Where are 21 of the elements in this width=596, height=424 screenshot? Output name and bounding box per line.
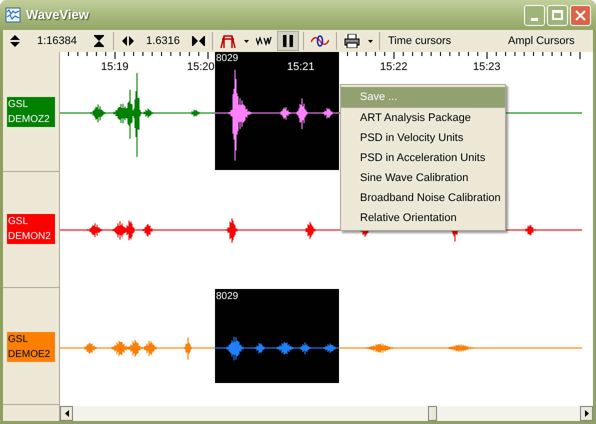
channel-label[interactable]: GSL DEMON2 [7, 214, 55, 244]
time-axis-label: 15:22 [380, 61, 408, 73]
toolbar-text-button[interactable]: Time cursors [384, 31, 504, 51]
time-axis-label: 15:20 [187, 61, 215, 73]
window-title: WaveView [26, 6, 89, 24]
menu-item[interactable]: Relative Orientation [341, 208, 505, 228]
horizontal-scale-value: 1.6316 [145, 34, 181, 49]
menu-item[interactable]: ART Analysis Package [341, 108, 505, 128]
menu-item[interactable]: Broadband Noise Calibration [341, 188, 505, 208]
menu-item[interactable]: Sine Wave Calibration [341, 168, 505, 188]
selection-label: 8029 [216, 291, 238, 302]
menu-item[interactable]: PSD in Velocity Units [341, 128, 505, 148]
time-axis-label: 15:21 [287, 61, 315, 73]
toolbar-text-button[interactable]: Ampl Cursors [504, 31, 579, 51]
channel-label[interactable]: GSL DEMOZ2 [7, 97, 55, 127]
selection-label: 8029 [216, 53, 238, 64]
time-axis-label: 15:19 [101, 61, 129, 73]
time-axis-label: 15:23 [473, 61, 501, 73]
vertical-scale-value: 1:16384 [36, 34, 78, 49]
menu-item[interactable]: PSD in Acceleration Units [341, 148, 505, 168]
channel-label[interactable]: GSL DEMOE2 [7, 332, 55, 362]
